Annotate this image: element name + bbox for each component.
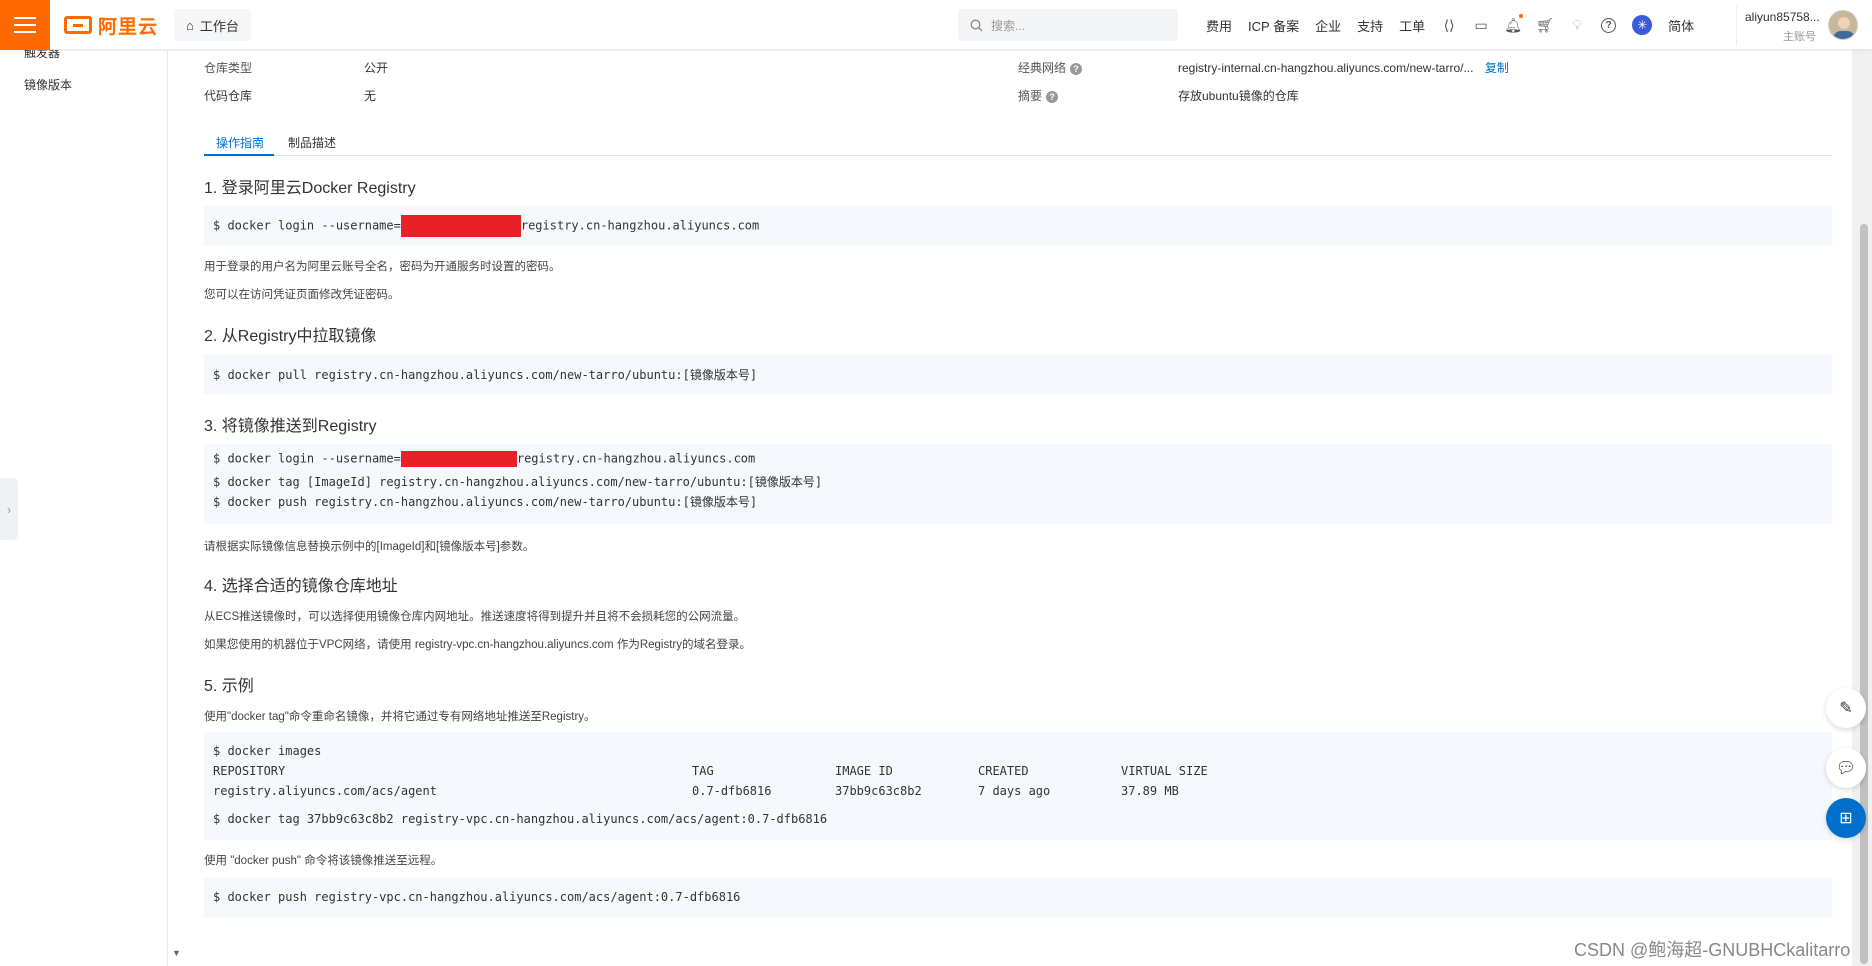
section-2-title: 2. 从Registry中拉取镜像 — [204, 328, 377, 345]
workbench-label: 工作台 — [199, 18, 239, 34]
home-icon: ⌂ — [186, 17, 194, 33]
network-address-row: registry-internal.cn-hangzhou.aliyuncs.c… — [1178, 59, 1509, 76]
user-menu[interactable]: aliyun85758... 主账号 — [1736, 6, 1872, 46]
code-repo-value: 无 — [364, 89, 377, 103]
paragraph: 用于登录的用户名为阿里云账号全名，密码为开通服务时设置的密码。 — [204, 261, 561, 273]
redacted-username — [400, 215, 521, 237]
table-header: CREATED — [978, 764, 1029, 778]
tab-artifact-description[interactable]: 制品描述 — [288, 134, 336, 156]
help-icon[interactable]: ? — [1593, 0, 1624, 50]
search-icon — [970, 19, 983, 31]
table-cell: 37.89 MB — [1121, 784, 1179, 798]
chat-icon[interactable]: 💬︎ — [1826, 748, 1866, 788]
apps-icon[interactable]: ⊞ — [1826, 798, 1866, 838]
top-nav-right: 费用 ICP 备案 企业 支持 工单 ⟨⟩ ▭ 🔔︎ 🛒︎ 💡︎ ? ✳ 简体 — [1198, 0, 1702, 50]
code-line: $ docker tag 37bb9c63c8b2 registry-vpc.c… — [213, 812, 828, 826]
paragraph: 使用"docker tag"命令重命名镜像，并将它通过专有网络地址推送至Regi… — [204, 711, 596, 723]
code-block-pull[interactable]: $ docker pull registry.cn-hangzhou.aliyu… — [204, 354, 1832, 394]
user-account-type: 主账号 — [1783, 31, 1816, 43]
code-text: registry.cn-hangzhou.aliyuncs.com — [520, 218, 760, 233]
copy-link[interactable]: 复制 — [1485, 61, 1509, 75]
logo-text: 阿里云 — [98, 16, 159, 38]
paragraph: 请根据实际镜像信息替换示例中的[ImageId]和[镜像版本号]参数。 — [204, 541, 535, 553]
nav-item-billing[interactable]: 费用 — [1198, 0, 1240, 50]
hamburger-menu-icon[interactable] — [0, 0, 50, 50]
section-5-title: 5. 示例 — [204, 678, 254, 695]
summary-value: 存放ubuntu镜像的仓库 — [1178, 89, 1299, 103]
code-text: $ docker login --username= — [213, 451, 401, 466]
repo-type-value: 公开 — [364, 61, 389, 75]
tab-bar: 操作指南 制品描述 — [204, 128, 1832, 156]
language-switch[interactable]: 简体 — [1660, 0, 1702, 50]
avatar[interactable] — [1828, 10, 1858, 40]
code-text: registry.cn-hangzhou.aliyuncs.com — [516, 451, 756, 466]
paragraph: 使用 "docker push" 命令将该镜像推送至远程。 — [204, 855, 443, 867]
table-header: VIRTUAL SIZE — [1121, 764, 1208, 778]
paragraph: 从ECS推送镜像时，可以选择使用镜像仓库内网地址。推送速度将得到提升并且将不会损… — [204, 611, 746, 623]
table-header: IMAGE ID — [835, 764, 893, 778]
help-icon[interactable]: ? — [1046, 90, 1059, 103]
code-block-push-vpc[interactable]: $ docker push registry-vpc.cn-hangzhou.a… — [204, 878, 1832, 918]
sidebar-item-image-versions[interactable]: 镜像版本 — [24, 76, 72, 93]
sidebar: 触发器 镜像版本 — [0, 46, 168, 966]
watermark: CSDN @鲍海超-GNUBHCkalitarro — [1574, 940, 1851, 960]
code-line: $ docker pull registry.cn-hangzhou.aliyu… — [213, 368, 758, 382]
summary-label: 摘要 — [1018, 89, 1043, 103]
repo-type-row: 仓库类型 — [204, 59, 252, 76]
paragraph: 如果您使用的机器位于VPC网络，请使用 registry-vpc.cn-hang… — [204, 639, 751, 651]
code-block-push[interactable]: $ docker login --username= registry.cn-ha… — [204, 444, 1832, 524]
workbench-button[interactable]: ⌂ 工作台 — [174, 9, 251, 41]
code-line: $ docker login --username= registry.cn-ha… — [213, 451, 755, 467]
top-navigation-bar: 阿里云 ⌂ 工作台 搜索... 费用 ICP 备案 企业 支持 工单 ⟨⟩ ▭ … — [0, 0, 1872, 50]
search-placeholder: 搜索... — [991, 18, 1026, 33]
code-line: $ docker push registry.cn-hangzhou.aliyu… — [213, 495, 758, 509]
bell-icon[interactable]: 🔔︎ — [1497, 0, 1529, 50]
help-icon[interactable]: ? — [1070, 62, 1083, 75]
nav-item-support[interactable]: 支持 — [1349, 0, 1391, 50]
nav-item-ticket[interactable]: 工单 — [1391, 0, 1433, 50]
scroll-down-arrow-icon[interactable]: ▼ — [172, 948, 181, 958]
code-icon[interactable]: ⟨⟩ — [1433, 0, 1465, 50]
section-4-title: 4. 选择合适的镜像仓库地址 — [204, 578, 398, 595]
tab-guide[interactable]: 操作指南 — [204, 134, 274, 156]
code-line: $ docker tag [ImageId] registry.cn-hangz… — [213, 475, 823, 489]
aliyun-logo-mark — [64, 16, 92, 34]
lightbulb-icon[interactable]: 💡︎ — [1561, 0, 1593, 50]
user-name: aliyun85758... — [1745, 10, 1820, 24]
table-cell: registry.aliyuncs.com/acs/agent — [213, 784, 437, 798]
code-line: $ docker push registry-vpc.cn-hangzhou.a… — [213, 890, 741, 904]
summary-label-row: 摘要? — [1018, 87, 1059, 104]
search-input[interactable]: 搜索... — [958, 9, 1178, 41]
network-label-row: 经典网络? — [1018, 59, 1083, 76]
aliyun-logo[interactable]: 阿里云 — [64, 13, 159, 38]
table-cell: 0.7-dfb6816 — [692, 784, 772, 798]
notification-dot — [1519, 14, 1524, 18]
table-cell: 7 days ago — [978, 784, 1051, 798]
edit-icon[interactable]: ✎ — [1826, 688, 1866, 728]
cart-icon[interactable]: 🛒︎ — [1529, 0, 1561, 50]
scrollbar-thumb[interactable] — [1860, 224, 1868, 964]
table-header: REPOSITORY — [213, 764, 286, 778]
code-block-login[interactable]: $ docker login --username= registry.cn-ha… — [204, 206, 1832, 246]
network-address: registry-internal.cn-hangzhou.aliyuncs.c… — [1178, 61, 1474, 75]
paragraph: 您可以在访问凭证页面修改凭证密码。 — [204, 289, 400, 301]
table-header: TAG — [692, 764, 714, 778]
terminal-icon[interactable]: ▭ — [1465, 0, 1497, 50]
code-block-example[interactable]: $ docker images REPOSITORY TAG IMAGE ID … — [204, 732, 1832, 840]
code-repo-label: 代码仓库 — [204, 89, 253, 103]
table-cell: 37bb9c63c8b2 — [835, 784, 922, 798]
nav-item-icp[interactable]: ICP 备案 — [1240, 0, 1307, 50]
network-label: 经典网络 — [1018, 61, 1067, 75]
section-1-title: 1. 登录阿里云Docker Registry — [204, 180, 416, 197]
code-line: $ docker login --username= registry.cn-ha… — [213, 215, 759, 237]
repo-type-label: 仓库类型 — [204, 61, 253, 75]
main-content: 仓库类型 公开 代码仓库 无 经典网络? registry-internal.c… — [170, 50, 1850, 966]
sidebar-collapse-chevron-icon[interactable]: › — [0, 478, 18, 540]
nav-item-enterprise[interactable]: 企业 — [1307, 0, 1349, 50]
section-3-title: 3. 将镜像推送到Registry — [204, 418, 377, 435]
redacted-username — [400, 451, 517, 467]
code-line: $ docker images — [213, 744, 322, 758]
assistant-icon[interactable]: ✳ — [1624, 0, 1660, 50]
code-text: $ docker login --username= — [213, 218, 401, 233]
